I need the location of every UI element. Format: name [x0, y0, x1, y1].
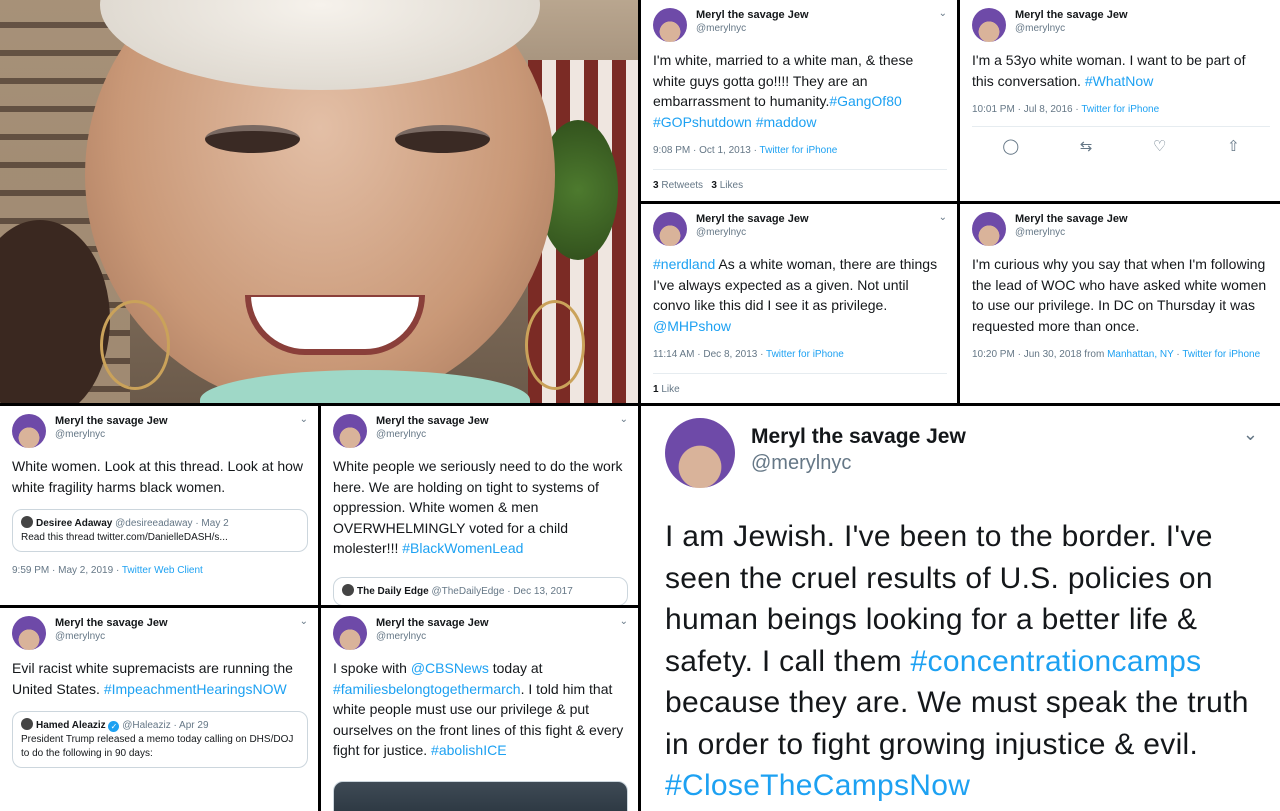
- tweet-timestamp: 10:20 PM · Jun 30, 2018 from Manhattan, …: [972, 349, 1261, 360]
- user-handle[interactable]: @merylnyc: [751, 450, 966, 476]
- tweet-card: Meryl the savage Jew @merylnyc ⌄ Evil ra…: [0, 608, 318, 811]
- avatar[interactable]: [653, 8, 687, 42]
- tweet-card: Meryl the savage Jew @merylnyc ⌄ I'm whi…: [641, 0, 957, 201]
- display-name[interactable]: Meryl the savage Jew: [55, 616, 168, 630]
- display-name[interactable]: Meryl the savage Jew: [55, 414, 168, 428]
- avatar[interactable]: [333, 414, 367, 448]
- tweet-stats: 1 Like: [653, 373, 947, 395]
- client-link[interactable]: Twitter for iPhone: [1081, 104, 1159, 115]
- tweet-card: Meryl the savage Jew @merylnyc ⌄ White w…: [0, 406, 318, 605]
- avatar[interactable]: [653, 212, 687, 246]
- tweet-text: White women. Look at this thread. Look a…: [12, 458, 304, 495]
- display-name[interactable]: Meryl the savage Jew: [376, 414, 489, 428]
- avatar: [21, 718, 33, 730]
- display-name[interactable]: Meryl the savage Jew: [696, 212, 809, 226]
- user-handle[interactable]: @merylnyc: [55, 428, 168, 441]
- tweet-text: Evil racist white supremacists are runni…: [12, 660, 293, 697]
- chevron-down-icon[interactable]: ⌄: [939, 212, 947, 223]
- quoted-tweet[interactable]: Hamed Aleaziz ✓ @Haleaziz · Apr 29 Presi…: [12, 711, 308, 768]
- user-handle[interactable]: @merylnyc: [696, 22, 809, 35]
- hashtag[interactable]: #WhatNow: [1085, 73, 1153, 89]
- user-handle[interactable]: @merylnyc: [376, 630, 489, 643]
- tweet-timestamp: 9:08 PM · Oct 1, 2013 · Twitter for iPho…: [653, 145, 838, 156]
- share-icon[interactable]: ⇧: [1227, 137, 1240, 155]
- chevron-down-icon[interactable]: ⌄: [620, 414, 628, 425]
- heart-icon[interactable]: ♡: [1153, 137, 1166, 155]
- user-handle[interactable]: @merylnyc: [1015, 226, 1128, 239]
- avatar: [342, 583, 354, 596]
- tweet-text: I am Jewish. I've been to the border. I'…: [665, 520, 1249, 802]
- chevron-down-icon[interactable]: ⌄: [300, 414, 308, 425]
- client-link[interactable]: Twitter Web Client: [122, 565, 203, 576]
- chevron-down-icon[interactable]: ⌄: [300, 616, 308, 627]
- tweet-card: Meryl the savage Jew @merylnyc I'm curio…: [960, 204, 1280, 403]
- avatar[interactable]: [972, 212, 1006, 246]
- client-link[interactable]: Twitter for iPhone: [766, 349, 844, 360]
- location-link[interactable]: Manhattan, NY: [1107, 349, 1174, 360]
- hashtag[interactable]: #abolishICE: [431, 742, 507, 758]
- mention[interactable]: @MHPshow: [653, 318, 731, 334]
- tweet-text: I'm white, married to a white man, & the…: [653, 52, 914, 130]
- display-name[interactable]: Meryl the savage Jew: [1015, 212, 1128, 226]
- display-name[interactable]: Meryl the savage Jew: [1015, 8, 1128, 22]
- attached-media[interactable]: [333, 780, 628, 811]
- hashtag[interactable]: #GOPshutdown: [653, 114, 752, 130]
- reply-icon[interactable]: ◯: [1002, 137, 1019, 155]
- tweet-stats: 3 Retweets 3 Likes: [653, 169, 947, 191]
- tweet-timestamp: 10:01 PM · Jul 8, 2016 · Twitter for iPh…: [972, 104, 1160, 115]
- profile-photo: [0, 0, 638, 403]
- tweet-timestamp: 11:14 AM · Dec 8, 2013 · Twitter for iPh…: [653, 349, 844, 360]
- avatar: [21, 516, 33, 528]
- hashtag[interactable]: #ImpeachmentHearingsNOW: [104, 681, 287, 697]
- avatar[interactable]: [12, 414, 46, 448]
- client-link[interactable]: Twitter for iPhone: [760, 145, 838, 156]
- user-handle[interactable]: @merylnyc: [696, 226, 809, 239]
- tweet-timestamp: 9:59 PM · May 2, 2019 · Twitter Web Clie…: [12, 565, 203, 576]
- tweet-card: Meryl the savage Jew @merylnyc ⌄ I spoke…: [321, 608, 638, 811]
- hashtag[interactable]: #concentrationcamps: [911, 645, 1202, 678]
- verified-badge-icon: ✓: [108, 721, 120, 732]
- hashtag[interactable]: #nerdland: [653, 256, 715, 272]
- display-name[interactable]: Meryl the savage Jew: [376, 616, 489, 630]
- quoted-tweet[interactable]: Desiree Adaway @desireeadaway · May 2 Re…: [12, 509, 308, 552]
- hashtag[interactable]: #familiesbelongtogethermarch: [333, 681, 521, 697]
- tweet-card: Meryl the savage Jew @merylnyc ⌄ White p…: [321, 406, 638, 605]
- user-handle[interactable]: @merylnyc: [376, 428, 489, 441]
- user-handle[interactable]: @merylnyc: [1015, 22, 1128, 35]
- retweet-icon[interactable]: ⇆: [1080, 137, 1093, 155]
- tweet-card: Meryl the savage Jew @merylnyc ⌄ I am Je…: [641, 406, 1280, 811]
- tweet-card: Meryl the savage Jew @merylnyc I'm a 53y…: [960, 0, 1280, 201]
- display-name[interactable]: Meryl the savage Jew: [696, 8, 809, 22]
- mention[interactable]: @CBSNews: [411, 660, 489, 676]
- tweet-card: Meryl the savage Jew @merylnyc ⌄ #nerdla…: [641, 204, 957, 403]
- tweet-text: White people we seriously need to do the…: [333, 458, 623, 556]
- hashtag[interactable]: #maddow: [756, 114, 817, 130]
- display-name[interactable]: Meryl the savage Jew: [751, 424, 966, 450]
- quoted-tweet[interactable]: The Daily Edge @TheDailyEdge · Dec 13, 2…: [333, 576, 628, 605]
- client-link[interactable]: Twitter for iPhone: [1182, 349, 1260, 360]
- tweet-text: #nerdland As a white woman, there are th…: [653, 256, 938, 334]
- avatar[interactable]: [665, 418, 735, 488]
- tweet-text: I'm a 53yo white woman. I want to be par…: [972, 52, 1246, 89]
- tweet-actions: ◯ ⇆ ♡ ⇧: [972, 126, 1270, 155]
- hashtag[interactable]: #CloseTheCampsNow: [665, 769, 970, 802]
- tweet-text: I spoke with @CBSNews today at #families…: [333, 660, 624, 758]
- tweet-text: I'm curious why you say that when I'm fo…: [972, 256, 1267, 334]
- avatar[interactable]: [972, 8, 1006, 42]
- avatar[interactable]: [12, 616, 46, 650]
- hashtag[interactable]: #BlackWomenLead: [402, 540, 523, 556]
- avatar[interactable]: [333, 616, 367, 650]
- chevron-down-icon[interactable]: ⌄: [620, 616, 628, 627]
- chevron-down-icon[interactable]: ⌄: [939, 8, 947, 19]
- hashtag[interactable]: #GangOf80: [829, 93, 901, 109]
- user-handle[interactable]: @merylnyc: [55, 630, 168, 643]
- chevron-down-icon[interactable]: ⌄: [1243, 424, 1258, 445]
